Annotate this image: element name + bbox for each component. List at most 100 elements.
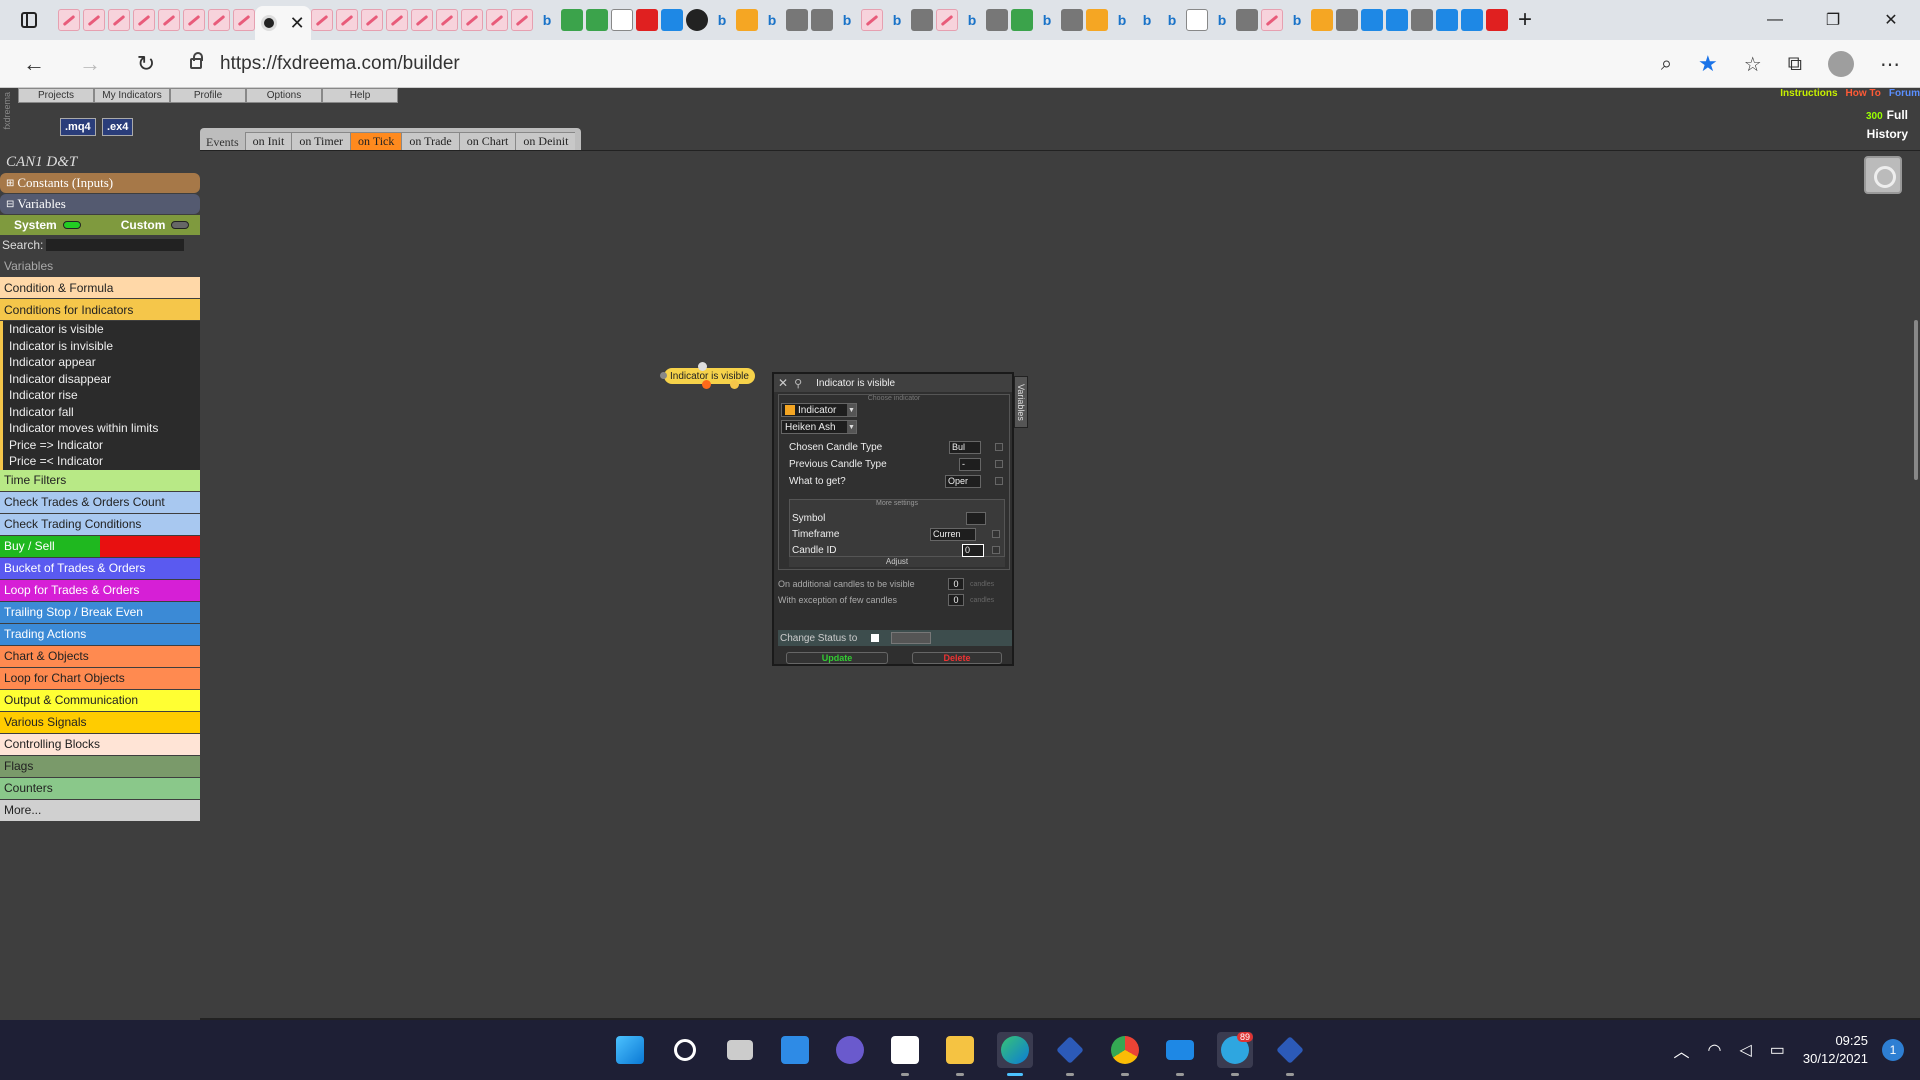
canvas-scrollbar[interactable] — [1912, 160, 1920, 1020]
tab-favicon-icon[interactable] — [336, 9, 358, 31]
collections-icon[interactable]: ⧉ — [1788, 53, 1802, 76]
mail-icon[interactable] — [1162, 1032, 1198, 1076]
category-item[interactable]: More... — [0, 799, 200, 822]
category-item[interactable]: Loop for Trades & Orders — [0, 579, 200, 602]
tab-favicon-icon[interactable] — [1486, 9, 1508, 31]
tab-favicon-icon[interactable]: b — [711, 9, 733, 31]
tab-favicon-icon[interactable] — [1336, 9, 1358, 31]
new-tab-icon[interactable]: + — [1518, 6, 1532, 34]
profile-avatar[interactable] — [1828, 51, 1854, 77]
tab-favicon-icon[interactable] — [1086, 9, 1108, 31]
category-item[interactable]: Loop for Chart Objects — [0, 667, 200, 690]
instructions-link[interactable]: Instructions — [1780, 88, 1837, 99]
condition-item[interactable]: Price => Indicator — [3, 437, 200, 454]
variables-header[interactable]: Variables — [0, 255, 200, 277]
tab-favicon-icon[interactable] — [461, 9, 483, 31]
indicator-name-select[interactable]: Heiken Ash ▼ — [781, 420, 857, 434]
volume-icon[interactable]: ◁ — [1739, 1040, 1751, 1060]
what-to-get-select[interactable]: Oper — [945, 474, 981, 488]
tab-favicon-icon[interactable] — [1186, 9, 1208, 31]
tab-favicon-icon[interactable] — [411, 9, 433, 31]
refresh-icon[interactable]: ↻ — [124, 42, 168, 86]
indicator-visible-block[interactable]: Indicator is visible — [660, 362, 755, 389]
status-select[interactable] — [891, 632, 932, 644]
tab-favicon-icon[interactable]: b — [836, 9, 858, 31]
category-item[interactable]: Check Trades & Orders Count — [0, 491, 200, 514]
favorites-icon[interactable]: ☆ — [1744, 52, 1762, 77]
additional-candles-input[interactable]: 0 — [948, 578, 964, 590]
event-tab[interactable]: on Timer — [291, 132, 351, 150]
full-button[interactable]: Full — [1887, 108, 1908, 122]
tab-favicon-icon[interactable] — [311, 9, 333, 31]
more-icon[interactable]: ⋯ — [1880, 52, 1900, 77]
search-input[interactable] — [46, 239, 185, 251]
what-to-get-checkbox[interactable] — [995, 477, 1003, 485]
condition-item[interactable]: Indicator moves within limits — [3, 420, 200, 437]
task-view-icon[interactable] — [722, 1032, 758, 1068]
tab-favicon-icon[interactable] — [1461, 9, 1483, 31]
tab-favicon-icon[interactable] — [986, 9, 1008, 31]
forum-link[interactable]: Forum — [1889, 88, 1920, 99]
tab-favicon-icon[interactable]: b — [761, 9, 783, 31]
previous-candle-checkbox[interactable] — [995, 460, 1003, 468]
tab-favicon-icon[interactable] — [786, 9, 808, 31]
chart-app-icon[interactable] — [887, 1032, 923, 1076]
search-zoom-button[interactable] — [1864, 156, 1902, 194]
category-item[interactable]: Chart & Objects — [0, 645, 200, 668]
tab-favicon-icon[interactable] — [1436, 9, 1458, 31]
mq4-button[interactable]: .mq4 — [60, 118, 96, 136]
tab-favicon-icon[interactable] — [1011, 9, 1033, 31]
event-tab[interactable]: on Trade — [401, 132, 459, 150]
tab-favicon-icon[interactable] — [158, 9, 180, 31]
telegram-icon[interactable]: 89 — [1217, 1032, 1253, 1076]
timeframe-checkbox[interactable] — [992, 530, 1000, 538]
variables-section[interactable]: ⊟ Variables — [0, 194, 200, 214]
condition-item[interactable]: Indicator fall — [3, 404, 200, 421]
tab-favicon-icon[interactable] — [58, 9, 80, 31]
condition-item[interactable]: Indicator appear — [3, 354, 200, 371]
history-button[interactable]: History — [1866, 127, 1908, 141]
tab-favicon-icon[interactable] — [361, 9, 383, 31]
tab-favicon-icon[interactable] — [861, 9, 883, 31]
adjust-button[interactable]: Adjust — [789, 557, 1005, 567]
candle-id-checkbox[interactable] — [992, 546, 1000, 554]
chosen-candle-select[interactable]: Bul — [949, 440, 981, 454]
timeframe-select[interactable]: Curren — [930, 527, 976, 541]
category-item[interactable]: Flags — [0, 755, 200, 778]
indicator-type-select[interactable]: Indicator ▼ — [781, 403, 857, 417]
back-icon[interactable]: ← — [12, 42, 56, 86]
tab-favicon-icon[interactable]: b — [1036, 9, 1058, 31]
previous-candle-select[interactable]: - — [959, 457, 981, 471]
variables-side-tab[interactable]: Variables — [1014, 376, 1028, 428]
event-tab[interactable]: on Chart — [458, 132, 516, 150]
tab-favicon-icon[interactable] — [511, 9, 533, 31]
tab-favicon-icon[interactable] — [436, 9, 458, 31]
tab-favicon-icon[interactable]: b — [1286, 9, 1308, 31]
close-tab-icon[interactable]: ✕ — [290, 13, 305, 34]
tab-favicon-icon[interactable] — [1361, 9, 1383, 31]
tab-favicon-icon[interactable]: b — [1111, 9, 1133, 31]
tab-favicon-icon[interactable]: b — [536, 9, 558, 31]
condition-item[interactable]: Indicator is visible — [3, 321, 200, 338]
active-tab[interactable]: ✕ — [255, 6, 311, 40]
chosen-candle-checkbox[interactable] — [995, 443, 1003, 451]
category-item[interactable]: Output & Communication — [0, 689, 200, 712]
update-button[interactable]: Update — [786, 652, 888, 664]
tab-favicon-icon[interactable] — [936, 9, 958, 31]
chat-icon[interactable] — [832, 1032, 868, 1068]
ex4-button[interactable]: .ex4 — [102, 118, 134, 136]
battery-icon[interactable]: ▭ — [1770, 1040, 1785, 1060]
tray-chevron-icon[interactable]: ︿ — [1674, 1038, 1690, 1062]
event-tab[interactable]: on Deinit — [515, 132, 576, 150]
tab-favicon-icon[interactable] — [1236, 9, 1258, 31]
start-icon[interactable] — [612, 1032, 648, 1068]
category-item[interactable]: Time Filters — [0, 469, 200, 492]
tab-favicon-icon[interactable] — [83, 9, 105, 31]
menu-item[interactable]: Help — [322, 88, 398, 103]
tab-favicon-icon[interactable] — [133, 9, 155, 31]
wifi-icon[interactable]: ◠ — [1708, 1040, 1722, 1060]
tab-favicon-icon[interactable]: b — [1161, 9, 1183, 31]
tab-actions-menu[interactable] — [0, 0, 58, 40]
category-item[interactable]: Trailing Stop / Break Even — [0, 601, 200, 624]
system-toggle[interactable] — [62, 221, 81, 229]
